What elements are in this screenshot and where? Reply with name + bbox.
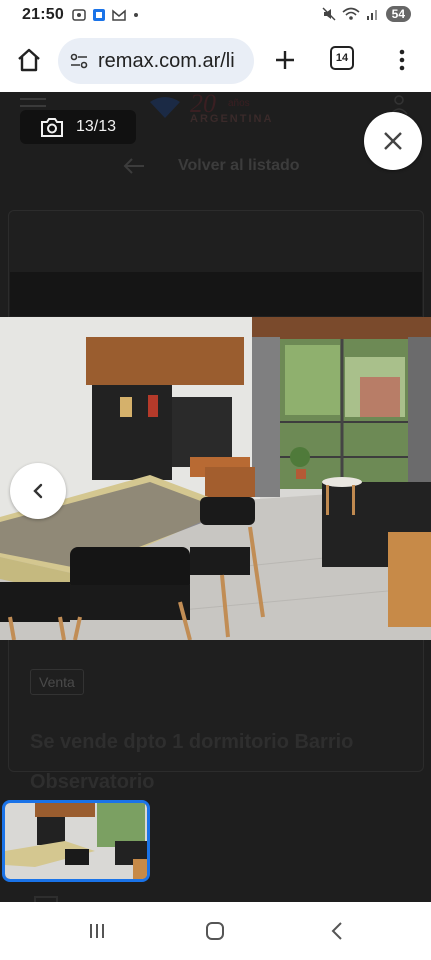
gmail-icon bbox=[112, 9, 126, 21]
home-button[interactable] bbox=[12, 43, 46, 77]
site-settings-icon[interactable] bbox=[68, 50, 90, 72]
url-text[interactable]: remax.com.ar/li bbox=[98, 50, 235, 73]
system-home-button[interactable] bbox=[206, 922, 224, 940]
photo-counter-text: 13/13 bbox=[76, 118, 117, 135]
browser-toolbar: remax.com.ar/li 14 bbox=[0, 30, 431, 92]
photo-counter: 13/13 bbox=[20, 110, 136, 144]
arrow-left-icon bbox=[123, 158, 144, 174]
previous-photo-button[interactable] bbox=[10, 463, 66, 519]
more-vert-icon bbox=[399, 49, 405, 71]
tab-switcher-button[interactable]: 14 bbox=[330, 46, 354, 70]
system-indicators: 54 bbox=[322, 6, 411, 22]
status-time: 21:50 bbox=[22, 6, 64, 23]
recent-apps-button[interactable] bbox=[88, 923, 106, 939]
battery-level: 54 bbox=[385, 6, 411, 22]
back-to-list-label: Volver al listado bbox=[178, 157, 300, 174]
more-notifications-dot bbox=[134, 13, 138, 17]
apartment-living-room-image bbox=[0, 317, 431, 640]
close-gallery-button[interactable] bbox=[364, 112, 422, 170]
listing-title: Se vende dpto 1 dormitorio Barrio Observ… bbox=[30, 731, 354, 793]
address-bar[interactable]: remax.com.ar/li bbox=[58, 38, 254, 84]
wifi-icon bbox=[342, 7, 360, 20]
operation-badge: Venta bbox=[30, 669, 84, 695]
system-navigation-bar bbox=[0, 902, 431, 960]
app-notification-icon bbox=[93, 9, 105, 21]
thumbnail-image bbox=[5, 803, 147, 879]
plus-icon bbox=[276, 51, 294, 69]
notification-icons bbox=[72, 8, 138, 22]
back-to-list-link[interactable]: Volver al listado bbox=[0, 152, 431, 182]
mute-icon bbox=[322, 7, 336, 21]
gallery-photo[interactable] bbox=[0, 317, 431, 640]
new-tab-button[interactable] bbox=[268, 43, 302, 77]
browser-menu-button[interactable] bbox=[388, 43, 416, 77]
camera-icon bbox=[41, 118, 63, 137]
close-icon bbox=[384, 132, 402, 150]
status-bar: 21:50 54 bbox=[0, 0, 431, 30]
photo-thumbnail-selected[interactable] bbox=[2, 800, 150, 882]
home-icon bbox=[18, 48, 40, 72]
chevron-left-icon bbox=[33, 483, 43, 499]
system-back-button[interactable] bbox=[330, 921, 344, 941]
screenshot-notification-icon bbox=[72, 9, 86, 21]
svg-text:años: años bbox=[228, 98, 250, 109]
listing-photo-strip bbox=[10, 272, 422, 316]
signal-icon bbox=[366, 10, 377, 20]
logo-subtext: ARGENTINA bbox=[190, 113, 274, 125]
